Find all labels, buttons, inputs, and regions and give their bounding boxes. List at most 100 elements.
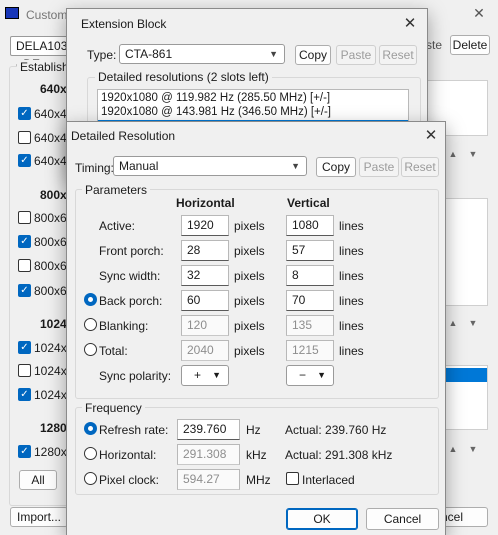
vertical-header: Vertical (287, 196, 330, 210)
horizontal-header: Horizontal (176, 196, 235, 210)
sync-width-h-unit: pixels (234, 269, 265, 283)
refresh-rate-actual: Actual: 239.760 Hz (285, 423, 387, 437)
extension-copy-button[interactable]: Copy (295, 45, 331, 65)
total-h-input[interactable]: 2040 (181, 340, 229, 361)
active-label: Active: (99, 219, 136, 233)
checkbox-640-2[interactable] (18, 131, 31, 144)
blanking-h-input[interactable]: 120 (181, 315, 229, 336)
refresh-rate-radio[interactable] (84, 422, 97, 435)
checkbox-1280-1[interactable]: ✓ (18, 445, 31, 458)
checkbox-800-1[interactable] (18, 211, 31, 224)
horizontal-freq-input[interactable]: 291.308 (177, 444, 240, 465)
blanking-v-input[interactable]: 135 (286, 315, 334, 336)
type-label: Type: (87, 48, 117, 62)
h-polarity-select[interactable]: + ▼ (181, 365, 229, 386)
up-arrow-icon-1[interactable]: ▲ (446, 147, 460, 161)
checkbox-1024-2[interactable] (18, 364, 31, 377)
horizontal-freq-unit: kHz (246, 448, 267, 462)
front-porch-h-input[interactable]: 28 (181, 240, 229, 261)
back-porch-h-input[interactable]: 60 (181, 290, 229, 311)
blanking-radio[interactable] (84, 318, 97, 331)
blanking-h-unit: pixels (234, 319, 265, 333)
chevron-down-icon: ▼ (317, 370, 326, 380)
app-icon (5, 7, 19, 19)
timing-label: Timing: (75, 161, 114, 175)
pixel-clock-label: Pixel clock: (99, 473, 160, 487)
active-v-input[interactable]: 1080 (286, 215, 334, 236)
checkbox-800-3[interactable] (18, 259, 31, 272)
horizontal-freq-label: Horizontal: (99, 448, 157, 462)
detailed-resolution-dialog: Detailed Resolution ✕ Timing: Manual ▼ Co… (66, 121, 446, 535)
import-button[interactable]: Import... (10, 507, 68, 527)
all-button[interactable]: All (19, 470, 57, 490)
back-porch-v-input[interactable]: 70 (286, 290, 334, 311)
front-porch-label: Front porch: (99, 244, 164, 258)
active-h-unit: pixels (234, 219, 265, 233)
timing-select[interactable]: Manual ▼ (113, 156, 307, 176)
extension-paste-button[interactable]: Paste (336, 45, 376, 65)
pixel-clock-unit: MHz (246, 473, 271, 487)
ok-button[interactable]: OK (286, 508, 358, 530)
blanking-label: Blanking: (99, 319, 149, 333)
v-polarity-select[interactable]: − ▼ (286, 365, 334, 386)
detailed-resolution-title: Detailed Resolution (71, 129, 176, 143)
resolution-item-1[interactable]: 1920x1080 @ 119.982 Hz (285.50 MHz) [+/-… (101, 92, 330, 104)
monitor-select[interactable]: DELA103 - DE (10, 36, 70, 71)
sync-width-v-unit: lines (339, 269, 364, 283)
main-delete-button[interactable]: Delete (450, 35, 490, 55)
chevron-down-icon: ▼ (291, 161, 300, 171)
sync-width-label: Sync width: (99, 269, 161, 283)
group-1280-label: 1280 (40, 421, 67, 435)
group-1024-label: 1024 (40, 317, 67, 331)
refresh-rate-label: Refresh rate: (99, 423, 169, 437)
cancel-button[interactable]: Cancel (366, 508, 439, 530)
up-arrow-icon-2[interactable]: ▲ (446, 316, 460, 330)
total-radio[interactable] (84, 343, 97, 356)
total-v-input[interactable]: 1215 (286, 340, 334, 361)
extension-block-title: Extension Block (81, 17, 167, 31)
pixel-clock-input[interactable]: 594.27 (177, 469, 240, 490)
total-label: Total: (99, 344, 128, 358)
down-arrow-icon-3[interactable]: ▼ (466, 442, 480, 456)
active-h-input[interactable]: 1920 (181, 215, 229, 236)
checkbox-1024-1[interactable]: ✓ (18, 341, 31, 354)
detailed-copy-button[interactable]: Copy (316, 157, 356, 177)
active-v-unit: lines (339, 219, 364, 233)
resolution-item-2[interactable]: 1920x1080 @ 143.981 Hz (346.50 MHz) [+/-… (101, 106, 331, 118)
detailed-paste-button[interactable]: Paste (359, 157, 399, 177)
horizontal-freq-actual: Actual: 291.308 kHz (285, 448, 393, 462)
pixel-clock-radio[interactable] (84, 472, 97, 485)
chevron-down-icon: ▼ (212, 370, 221, 380)
detailed-reset-button[interactable]: Reset (401, 157, 439, 177)
type-select[interactable]: CTA-861 ▼ (119, 44, 285, 64)
refresh-rate-input[interactable]: 239.760 (177, 419, 240, 440)
detailed-close-icon[interactable]: ✕ (420, 125, 442, 147)
refresh-rate-unit: Hz (246, 423, 261, 437)
checkbox-640-3[interactable]: ✓ (18, 154, 31, 167)
front-porch-h-unit: pixels (234, 244, 265, 258)
checkbox-800-4[interactable]: ✓ (18, 284, 31, 297)
up-arrow-icon-3[interactable]: ▲ (446, 442, 460, 456)
checkbox-1024-3[interactable]: ✓ (18, 388, 31, 401)
back-porch-h-unit: pixels (234, 294, 265, 308)
interlaced-label: Interlaced (302, 473, 355, 487)
horizontal-freq-radio[interactable] (84, 447, 97, 460)
front-porch-v-unit: lines (339, 244, 364, 258)
back-porch-radio[interactable] (84, 293, 97, 306)
chevron-down-icon: ▼ (269, 49, 278, 59)
interlaced-checkbox[interactable] (286, 472, 299, 485)
extension-close-icon[interactable]: ✕ (399, 13, 421, 35)
total-v-unit: lines (339, 344, 364, 358)
checkbox-640-1[interactable]: ✓ (18, 107, 31, 120)
blanking-v-unit: lines (339, 319, 364, 333)
down-arrow-icon-1[interactable]: ▼ (466, 147, 480, 161)
extension-reset-button[interactable]: Reset (379, 45, 417, 65)
sync-width-h-input[interactable]: 32 (181, 265, 229, 286)
sync-width-v-input[interactable]: 8 (286, 265, 334, 286)
checkbox-800-2[interactable]: ✓ (18, 235, 31, 248)
sync-polarity-label: Sync polarity: (99, 369, 172, 383)
detailed-resolutions-label: Detailed resolutions (2 slots left) (95, 70, 272, 84)
main-close-icon[interactable]: ✕ (466, 2, 492, 24)
down-arrow-icon-2[interactable]: ▼ (466, 316, 480, 330)
front-porch-v-input[interactable]: 57 (286, 240, 334, 261)
